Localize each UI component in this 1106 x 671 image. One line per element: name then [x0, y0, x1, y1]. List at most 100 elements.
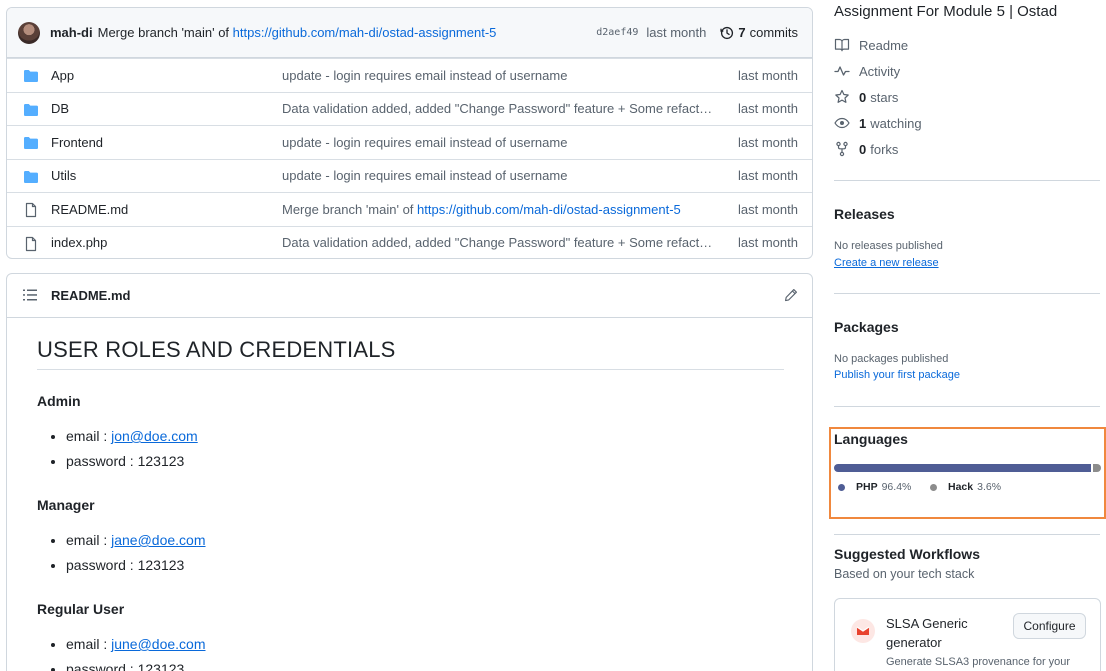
- folder-icon: [24, 137, 38, 149]
- file-row[interactable]: App update - login requires email instea…: [7, 58, 812, 92]
- file-commit-message-link[interactable]: https://github.com/mah-di/ostad-assignme…: [417, 202, 681, 217]
- file-name[interactable]: App: [51, 68, 74, 83]
- folder-icon: [24, 70, 38, 82]
- password-value: 123123: [137, 661, 185, 671]
- list-item: password : 123123: [66, 449, 784, 474]
- file-date: last month: [738, 67, 798, 83]
- list-icon[interactable]: [23, 289, 37, 301]
- watching-count: 1: [859, 115, 867, 131]
- readme-heading: USER ROLES AND CREDENTIALS: [37, 337, 784, 370]
- languages-highlight: [829, 427, 1106, 519]
- language-php[interactable]: PHP 96.4%: [838, 481, 911, 493]
- role-heading: Manager: [37, 497, 95, 513]
- language-dot: [930, 483, 937, 491]
- book-icon: [834, 38, 850, 52]
- file-name[interactable]: index.php: [51, 235, 107, 250]
- readme-panel: README.md USER ROLES AND CREDENTIALS Adm…: [6, 273, 813, 671]
- password-label: password :: [66, 661, 138, 671]
- email-link[interactable]: june@doe.com: [111, 636, 205, 652]
- watching-link[interactable]: 1 watching: [834, 115, 922, 131]
- packages-text: No packages published: [834, 353, 949, 365]
- file-date: last month: [738, 235, 798, 251]
- readme-title[interactable]: README.md: [51, 288, 130, 303]
- language-percent: 3.6%: [977, 481, 1002, 493]
- credential-list: email : jon@doe.com password : 123123: [37, 424, 784, 474]
- forks-link[interactable]: 0 forks: [834, 141, 898, 157]
- workflows-heading: Suggested Workflows: [834, 546, 980, 562]
- latest-commit-bar: mah-di Merge branch 'main' of https://gi…: [7, 8, 812, 58]
- list-item: email : jon@doe.com: [66, 424, 784, 449]
- file-commit-message[interactable]: update - login requires email instead of…: [282, 68, 567, 83]
- create-release-link[interactable]: Create a new release: [834, 257, 939, 269]
- commit-sha[interactable]: d2aef49: [596, 27, 638, 38]
- file-commit-message[interactable]: update - login requires email instead of…: [282, 168, 567, 183]
- file-commit-message[interactable]: Data validation added, added "Change Pas…: [282, 101, 712, 116]
- file-name[interactable]: Utils: [51, 168, 76, 183]
- readme-link[interactable]: Readme: [834, 37, 908, 53]
- language-bar-hack[interactable]: [1091, 464, 1101, 472]
- publish-package-link[interactable]: Publish your first package: [834, 369, 960, 381]
- eye-icon: [834, 117, 850, 129]
- file-date: last month: [738, 168, 798, 184]
- file-commit-message[interactable]: Data validation added, added "Change Pas…: [282, 235, 712, 250]
- commits-link[interactable]: 7 commits: [720, 25, 798, 40]
- activity-link[interactable]: Activity: [834, 63, 900, 79]
- language-bar-php[interactable]: [834, 464, 1092, 472]
- email-label: email :: [66, 428, 112, 444]
- file-row[interactable]: index.php Data validation added, added "…: [7, 225, 812, 259]
- password-value: 123123: [137, 453, 185, 469]
- folder-icon: [24, 103, 38, 116]
- divider: [834, 293, 1100, 294]
- role-heading: Admin: [37, 393, 81, 409]
- stars-label: stars: [870, 89, 899, 105]
- commits-label: commits: [749, 25, 798, 40]
- language-percent: 96.4%: [881, 481, 912, 493]
- language-dot: [838, 483, 845, 491]
- file-commit-message[interactable]: Merge branch 'main' of https://github.co…: [282, 202, 681, 217]
- workflow-card: SLSA Generic generator Configure Generat…: [834, 598, 1101, 671]
- commit-message-link[interactable]: https://github.com/mah-di/ostad-assignme…: [233, 25, 497, 40]
- file-commit-message[interactable]: update - login requires email instead of…: [282, 135, 567, 150]
- releases-text: No releases published: [834, 240, 943, 252]
- email-link[interactable]: jon@doe.com: [111, 428, 198, 444]
- star-icon: [835, 89, 849, 103]
- file-row[interactable]: Frontend update - login requires email i…: [7, 125, 812, 159]
- forks-label: forks: [870, 141, 899, 157]
- email-label: email :: [66, 532, 112, 548]
- stars-link[interactable]: 0 stars: [834, 89, 898, 105]
- file-row[interactable]: README.md Merge branch 'main' of https:/…: [7, 192, 812, 226]
- packages-heading[interactable]: Packages: [834, 319, 899, 335]
- file-name[interactable]: README.md: [51, 202, 128, 217]
- workflow-title: SLSA Generic generator: [886, 616, 968, 650]
- list-item: password : 123123: [66, 657, 784, 671]
- file-name[interactable]: DB: [51, 101, 69, 116]
- password-value: 123123: [137, 557, 185, 573]
- file-commit-message-prefix[interactable]: Merge branch 'main' of: [282, 202, 417, 217]
- readme-link-label[interactable]: Readme: [859, 38, 908, 53]
- pencil-icon[interactable]: [784, 288, 798, 302]
- file-row[interactable]: DB Data validation added, added "Change …: [7, 91, 812, 126]
- language-bar: [834, 464, 1101, 472]
- readme-header: README.md: [7, 274, 812, 318]
- email-link[interactable]: jane@doe.com: [111, 532, 205, 548]
- folder-icon: [24, 170, 38, 183]
- sidebar: Assignment For Module 5 | Ostad Readme A…: [834, 0, 1104, 671]
- avatar[interactable]: [18, 21, 40, 44]
- configure-button[interactable]: Configure: [1013, 613, 1086, 639]
- commit-author[interactable]: mah-di: [50, 25, 93, 40]
- activity-link-label[interactable]: Activity: [859, 64, 900, 79]
- list-item: email : june@doe.com: [66, 632, 784, 657]
- language-name: PHP: [856, 481, 878, 493]
- file-date: last month: [738, 101, 798, 117]
- stars-count: 0: [859, 89, 867, 105]
- commit-message-prefix[interactable]: Merge branch 'main' of: [98, 25, 233, 40]
- list-item: password : 123123: [66, 553, 784, 578]
- releases-heading[interactable]: Releases: [834, 206, 895, 222]
- language-hack[interactable]: Hack 3.6%: [930, 481, 1001, 493]
- file-row[interactable]: Utils update - login requires email inst…: [7, 158, 812, 193]
- commits-count: 7: [738, 25, 746, 40]
- file-icon: [25, 236, 37, 251]
- file-name[interactable]: Frontend: [51, 135, 103, 150]
- workflows-subheading: Based on your tech stack: [834, 567, 975, 581]
- commit-message[interactable]: Merge branch 'main' of https://github.co…: [98, 25, 497, 40]
